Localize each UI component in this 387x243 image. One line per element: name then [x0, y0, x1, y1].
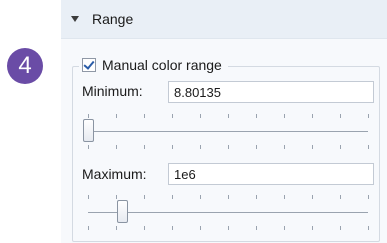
slider-tick — [88, 195, 89, 199]
slider-tick — [172, 114, 173, 118]
slider-tick — [116, 145, 117, 149]
slider-tick — [228, 195, 229, 199]
slider-tick — [368, 145, 369, 149]
manual-color-range-checkbox[interactable] — [82, 58, 96, 72]
slider-tick — [368, 226, 369, 230]
minimum-slider[interactable] — [82, 112, 374, 152]
slider-tick — [228, 145, 229, 149]
slider-tick — [144, 195, 145, 199]
slider-tick — [172, 145, 173, 149]
maximum-slider[interactable] — [82, 193, 374, 233]
slider-tick — [340, 145, 341, 149]
slider-tick — [116, 195, 117, 199]
slider-tick — [200, 145, 201, 149]
slider-tick — [368, 195, 369, 199]
section-title: Range — [92, 11, 134, 27]
slider-tick — [340, 195, 341, 199]
triangle-down-icon[interactable] — [71, 16, 79, 22]
slider-tick — [312, 114, 313, 118]
slider-tick — [228, 226, 229, 230]
slider-tick — [144, 226, 145, 230]
slider-tick — [284, 114, 285, 118]
slider-tick — [340, 226, 341, 230]
slider-tick — [200, 114, 201, 118]
slider-tick — [284, 145, 285, 149]
maximum-label: Maximum: — [82, 166, 147, 182]
slider-tick — [116, 114, 117, 118]
slider-tick — [256, 195, 257, 199]
slider-tick — [116, 226, 117, 230]
slider-thumb[interactable] — [83, 119, 94, 142]
slider-tick — [228, 114, 229, 118]
slider-tick — [312, 226, 313, 230]
slider-tick — [312, 145, 313, 149]
slider-tick — [256, 114, 257, 118]
slider-tick — [256, 145, 257, 149]
slider-tick — [88, 114, 89, 118]
manual-color-range-toggle[interactable]: Manual color range — [79, 56, 228, 74]
slider-track — [88, 212, 368, 213]
range-settings-panel: 4 Range Manual color range Minimum: Maxi… — [0, 0, 387, 243]
slider-tick — [312, 195, 313, 199]
slider-tick — [172, 195, 173, 199]
minimum-input[interactable] — [168, 81, 374, 103]
slider-tick — [200, 195, 201, 199]
slider-tick — [200, 226, 201, 230]
minimum-label: Minimum: — [82, 83, 143, 99]
checkmark-icon — [83, 58, 95, 70]
slider-tick — [284, 195, 285, 199]
slider-tick — [340, 114, 341, 118]
slider-tick — [144, 114, 145, 118]
slider-track — [88, 131, 368, 132]
slider-tick — [368, 114, 369, 118]
slider-tick — [88, 145, 89, 149]
manual-color-range-label: Manual color range — [102, 57, 222, 73]
slider-tick — [172, 226, 173, 230]
slider-tick — [88, 226, 89, 230]
maximum-input[interactable] — [168, 163, 374, 185]
slider-tick — [256, 226, 257, 230]
slider-thumb[interactable] — [117, 200, 128, 223]
range-section-header[interactable]: Range — [61, 0, 387, 39]
slider-tick — [144, 145, 145, 149]
slider-tick — [284, 226, 285, 230]
step-badge: 4 — [7, 48, 43, 84]
